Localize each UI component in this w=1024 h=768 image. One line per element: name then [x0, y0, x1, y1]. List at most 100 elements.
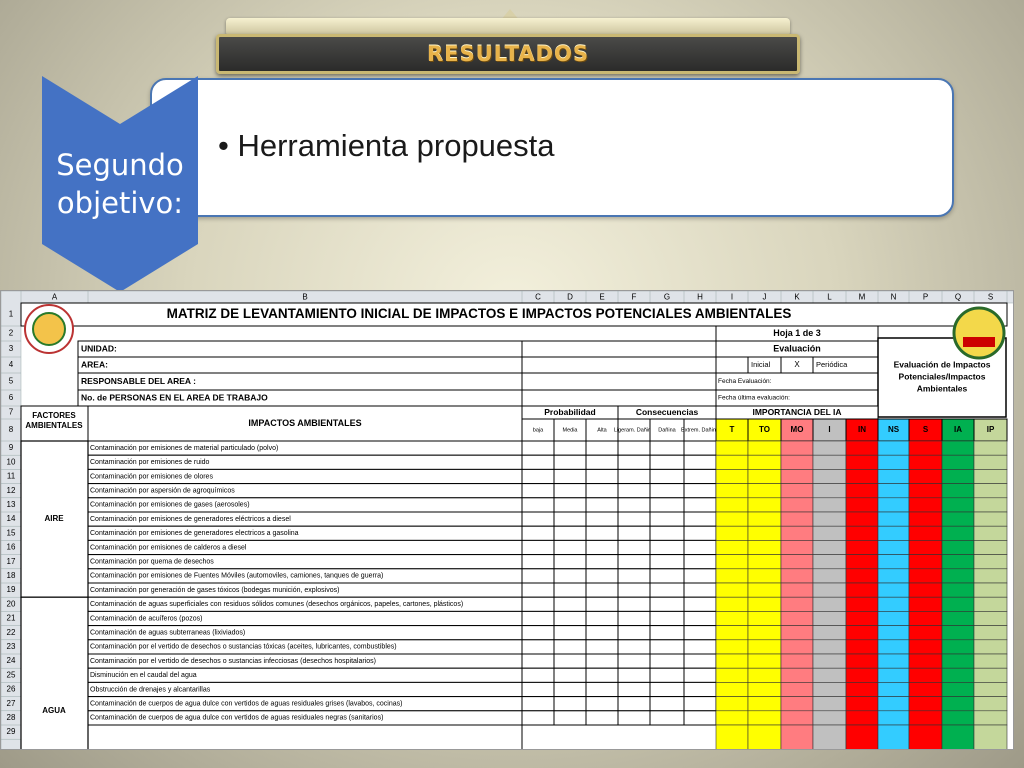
sub-header: Media — [563, 427, 579, 433]
right-logo-band — [963, 337, 995, 347]
eval-cell — [649, 681, 685, 698]
importance-cell — [845, 696, 879, 712]
eval-cell — [649, 539, 685, 556]
impact-text: Contaminación de cuerpos de agua dulce c… — [90, 715, 383, 722]
importance-cell — [747, 710, 782, 726]
eval-cell — [521, 639, 555, 655]
importance-cell — [908, 511, 943, 527]
eval-cell — [617, 582, 651, 598]
eval-cell — [521, 525, 555, 541]
importance-cell — [747, 454, 782, 470]
importance-cell — [973, 639, 1008, 655]
eval-cell — [585, 468, 619, 485]
importance-cell — [845, 653, 879, 669]
importance-cell — [812, 682, 847, 697]
eval-cell — [683, 696, 717, 712]
importance-cell — [941, 483, 975, 499]
importance-cell — [973, 554, 1008, 570]
importance-cell — [877, 696, 910, 712]
impact-text: Disminución en el caudal del agua — [90, 672, 197, 679]
eval-cell — [617, 625, 651, 641]
factores-header: AMBIENTALES — [25, 421, 83, 430]
impact-text: Contaminación de acuíferos (pozos) — [90, 615, 202, 622]
importance-header: TO — [759, 425, 770, 434]
importance-cell — [780, 667, 814, 683]
importance-cell — [941, 525, 975, 541]
column-letter: S — [988, 293, 993, 302]
label-unidad: UNIDAD: — [81, 343, 117, 353]
column-letter: K — [794, 293, 800, 302]
inicial-label: Inicial — [751, 360, 771, 369]
importance-cell — [941, 682, 975, 697]
label-area: AREA: — [81, 359, 108, 369]
importance-cell — [877, 611, 910, 626]
importance-cell — [877, 525, 910, 541]
importance-cell — [747, 554, 782, 570]
page-label: Hoja 1 de 3 — [773, 328, 821, 338]
importance-cell — [812, 710, 847, 726]
eval-cell — [683, 625, 717, 641]
column-letter: Q — [955, 293, 961, 302]
importance-cell — [715, 483, 749, 499]
impact-text: Contaminación por quema de desechos — [90, 559, 214, 566]
eval-cell — [521, 610, 555, 627]
importance-cell — [973, 454, 1008, 470]
importance-cell — [715, 653, 749, 669]
eval-cell — [521, 667, 555, 683]
label-personas: No. de PERSONAS EN EL AREA DE TRABAJO — [81, 392, 268, 402]
importance-cell — [812, 540, 847, 555]
importance-cell — [908, 667, 943, 683]
impact-text: Contaminación por emisiones de ruido — [90, 459, 210, 466]
eval-cell — [553, 582, 587, 598]
importance-cell — [780, 525, 814, 541]
row-number: 11 — [7, 472, 16, 481]
importance-cell-partial — [845, 724, 879, 749]
importance-header: IA — [954, 425, 962, 434]
importance-cell — [973, 667, 1008, 683]
importance-cell — [715, 582, 749, 598]
importance-cell — [747, 667, 782, 683]
importance-cell — [973, 525, 1008, 541]
value-cell-responsable — [521, 372, 717, 391]
eval-cell — [617, 710, 651, 726]
importance-cell-partial — [877, 724, 910, 749]
importance-cell-partial — [715, 724, 749, 749]
importance-cell — [715, 611, 749, 626]
impact-text: Contaminación por emisiones de material … — [90, 445, 278, 452]
sub-header: Extrem. Dañina — [681, 427, 720, 433]
importance-cell — [877, 469, 910, 484]
column-letter: B — [302, 293, 307, 302]
importance-cell — [747, 582, 782, 598]
eval-cell — [617, 653, 651, 669]
fecha-ultima-label: Fecha última evaluación: — [718, 395, 790, 402]
eval-cell — [649, 610, 685, 627]
eval-cell — [585, 511, 619, 527]
importance-cell — [941, 582, 975, 598]
eval-cell — [553, 483, 587, 499]
eval-cell — [649, 468, 685, 485]
eval-cell — [617, 596, 651, 612]
importance-cell — [812, 454, 847, 470]
eval-cell — [585, 497, 619, 513]
eval-cell — [649, 667, 685, 683]
row-number: 2 — [9, 329, 14, 338]
eval-cell — [649, 653, 685, 669]
row-number: 15 — [7, 528, 16, 537]
eval-cell — [683, 511, 717, 527]
importance-cell-partial — [747, 724, 782, 749]
importance-cell — [780, 596, 814, 612]
eval-cell — [585, 554, 619, 570]
impactos-header: IMPACTOS AMBIENTALES — [248, 418, 361, 428]
eval-cell — [521, 696, 555, 712]
group-label-aire: AIRE — [44, 514, 64, 523]
eval-cell — [683, 639, 717, 655]
importance-cell — [747, 483, 782, 499]
eval-cell — [521, 497, 555, 513]
eval-cell — [649, 440, 685, 456]
importance-cell — [845, 525, 879, 541]
importance-cell — [908, 696, 943, 712]
label-responsable: RESPONSABLE DEL AREA : — [81, 376, 196, 386]
eval-cell — [649, 639, 685, 655]
eval-cell — [585, 610, 619, 627]
importance-cell — [908, 554, 943, 570]
